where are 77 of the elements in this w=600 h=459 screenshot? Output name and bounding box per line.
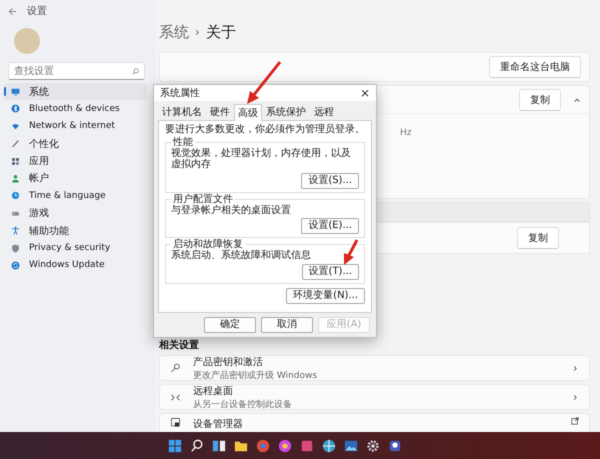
group-description: 视觉效果，处理器计划，内存使用，以及虚拟内存 bbox=[171, 148, 352, 170]
monitor-icon bbox=[11, 87, 20, 96]
external-link-icon bbox=[571, 417, 579, 425]
sidebar-item[interactable]: Bluetooth & devices bbox=[4, 100, 147, 118]
tab[interactable]: 远程 bbox=[310, 103, 338, 120]
color-wheel-icon[interactable] bbox=[278, 438, 292, 452]
update-icon bbox=[11, 260, 20, 270]
settings-icon[interactable] bbox=[366, 438, 380, 452]
sidebar-item[interactable]: Network & internet bbox=[4, 118, 147, 135]
image-icon[interactable] bbox=[344, 438, 358, 452]
tab[interactable]: 高级 bbox=[234, 104, 262, 121]
remote-desktop-icon bbox=[170, 392, 181, 402]
group-description: 系统启动、系统故障和调试信息 bbox=[171, 250, 312, 262]
sidebar-item[interactable]: 帐户 bbox=[4, 170, 147, 187]
copy-button[interactable]: 复制 bbox=[519, 88, 561, 110]
sidebar-item[interactable]: Privacy & security bbox=[4, 240, 147, 257]
sidebar-item[interactable]: Windows Update bbox=[4, 256, 147, 274]
group-title: 性能 bbox=[172, 136, 194, 148]
close-button[interactable]: × bbox=[360, 86, 370, 100]
link-title: 设备管理器 bbox=[193, 418, 244, 431]
environment-variables-button[interactable]: 环境变量(N)... bbox=[286, 288, 365, 304]
device-manager-icon bbox=[170, 417, 181, 428]
page-title: 关于 bbox=[206, 22, 236, 42]
spec-value: Hz bbox=[400, 128, 412, 138]
group-title: 用户配置文件 bbox=[172, 194, 234, 204]
window-title: 设置 bbox=[27, 4, 47, 18]
dialog-title: 系统属性 bbox=[160, 86, 200, 100]
sidebar-item[interactable]: 系统 bbox=[4, 83, 147, 100]
link-title: 产品密钥和激活 bbox=[193, 356, 264, 368]
settings-button[interactable]: 设置(S)... bbox=[301, 172, 359, 188]
sidebar-item[interactable]: 应用 bbox=[4, 152, 147, 170]
back-arrow-icon[interactable] bbox=[8, 6, 17, 16]
sidebar-item[interactable]: 游戏 bbox=[4, 204, 147, 222]
sidebar-item[interactable]: 个性化 bbox=[4, 135, 147, 152]
admin-notice: 要进行大多数更改，你必须作为管理员登录。 bbox=[165, 124, 365, 136]
search-icon bbox=[132, 68, 139, 74]
copy-button[interactable]: 复制 bbox=[517, 227, 559, 249]
chevron-right-icon bbox=[572, 364, 579, 372]
pen-icon bbox=[11, 139, 20, 148]
globe-icon[interactable] bbox=[322, 438, 336, 452]
person-icon bbox=[11, 174, 20, 183]
rename-pc-button[interactable]: 重命名这台电脑 bbox=[489, 56, 581, 78]
tab[interactable]: 计算机名 bbox=[158, 103, 206, 120]
browser-icon[interactable] bbox=[256, 438, 270, 452]
tab[interactable]: 硬件 bbox=[206, 103, 234, 120]
apps-icon bbox=[11, 156, 20, 166]
link-subtitle: 更改产品密钥或升级 Windows bbox=[193, 370, 318, 382]
settings-link[interactable]: 设备管理器 bbox=[159, 413, 590, 432]
shield-icon bbox=[11, 244, 20, 253]
accessibility-icon bbox=[11, 226, 20, 236]
settings-link[interactable]: 远程桌面 从另一台设备控制此设备 bbox=[159, 384, 590, 410]
dialog-button[interactable]: 确定 bbox=[204, 317, 256, 333]
app-icon[interactable] bbox=[300, 438, 314, 452]
avatar bbox=[14, 28, 40, 54]
search-field[interactable]: 查找设置 bbox=[8, 62, 145, 80]
settings-button[interactable]: 设置(E)... bbox=[301, 218, 359, 234]
widgets-icon[interactable] bbox=[212, 438, 226, 452]
app-window-icon[interactable] bbox=[388, 438, 402, 452]
breadcrumb-separator: › bbox=[195, 25, 200, 39]
settings-button[interactable]: 设置(T)... bbox=[302, 264, 359, 280]
folder-icon[interactable] bbox=[234, 438, 248, 452]
sidebar-item[interactable]: Time & language bbox=[4, 187, 147, 204]
sidebar-item[interactable]: 辅助功能 bbox=[4, 222, 147, 240]
group-title: 启动和故障恢复 bbox=[173, 239, 244, 250]
breadcrumb-parent[interactable]: 系统 bbox=[159, 22, 189, 42]
chevron-right-icon bbox=[572, 394, 579, 400]
start-icon[interactable] bbox=[168, 438, 182, 452]
search-icon[interactable] bbox=[190, 438, 204, 452]
section-heading: 相关设置 bbox=[159, 338, 200, 353]
tab[interactable]: 系统保护 bbox=[262, 103, 310, 120]
link-subtitle: 从另一台设备控制此设备 bbox=[193, 398, 293, 410]
wifi-icon bbox=[11, 122, 20, 131]
group-description: 与登录帐户相关的桌面设置 bbox=[171, 204, 292, 216]
settings-link[interactable]: 产品密钥和激活 更改产品密钥或升级 Windows bbox=[159, 355, 590, 381]
link-title: 远程桌面 bbox=[193, 384, 234, 398]
dialog-button[interactable]: 取消 bbox=[261, 317, 313, 333]
bluetooth-icon bbox=[11, 104, 20, 114]
